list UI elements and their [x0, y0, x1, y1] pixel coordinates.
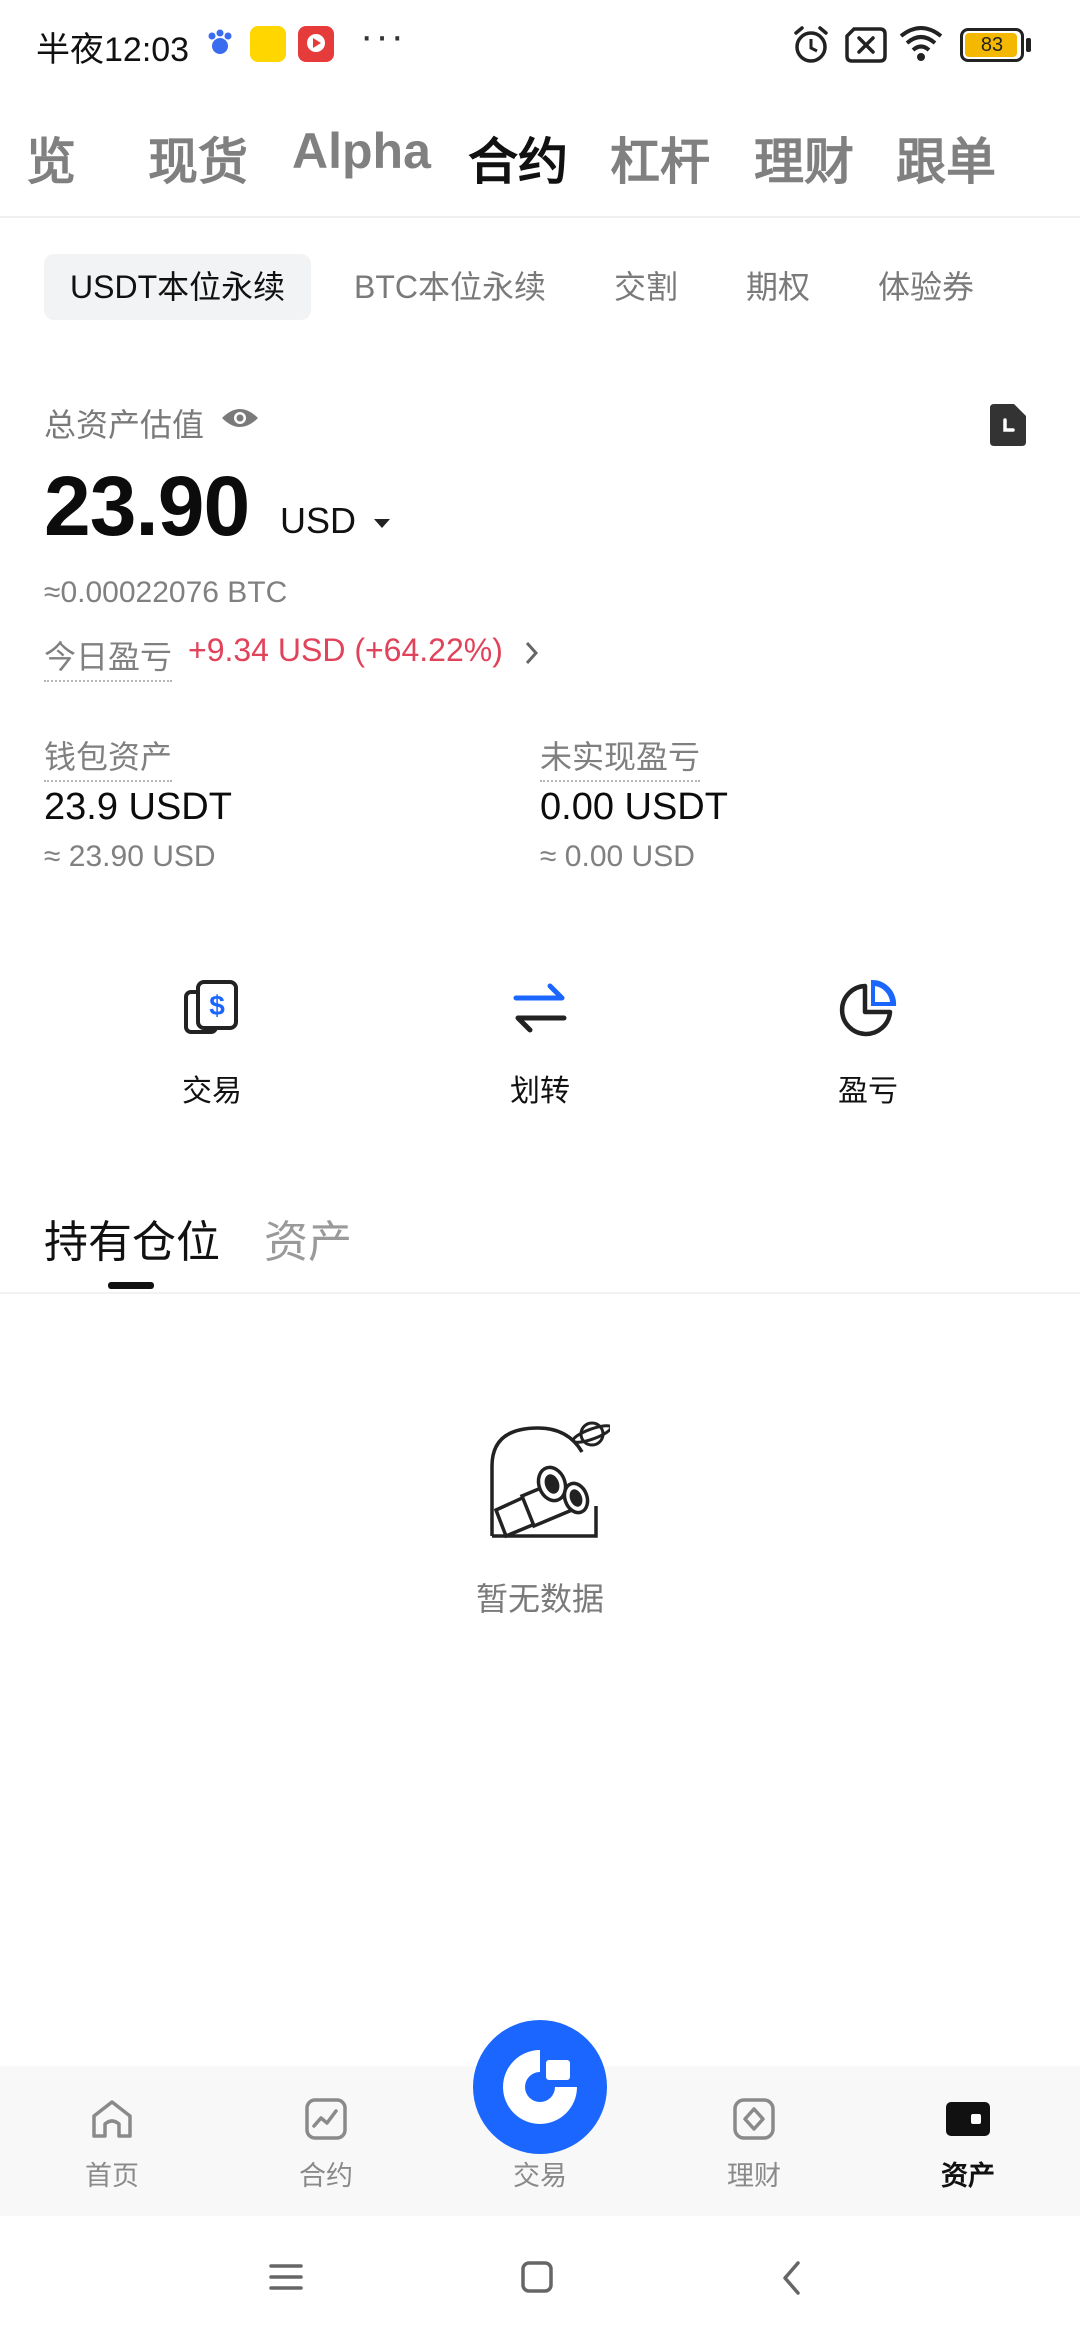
battery-icon: 83: [960, 28, 1024, 62]
subtab-btc-perpetual[interactable]: BTC本位永续: [354, 254, 546, 320]
divider: [0, 216, 1080, 218]
nav-finance-label: 理财: [727, 2161, 781, 2191]
baidu-app-icon: [202, 26, 238, 62]
trade-fab-button[interactable]: [473, 2020, 607, 2154]
subtab-usdt-perpetual[interactable]: USDT本位永续: [44, 254, 312, 320]
nav-assets-label: 资产: [941, 2161, 995, 2191]
wallet-assets-label[interactable]: 钱包资产: [44, 732, 173, 782]
nav-home-label: 首页: [85, 2161, 139, 2191]
today-pnl-value[interactable]: +9.34 USD (+64.22%): [188, 632, 540, 669]
subtab-options[interactable]: 期权: [746, 254, 810, 320]
tab-copy-trading[interactable]: 跟单: [896, 122, 996, 194]
home-square-icon[interactable]: [520, 2260, 554, 2294]
nav-finance[interactable]: 理财: [684, 2096, 824, 2206]
subtab-delivery[interactable]: 交割: [614, 254, 678, 320]
empty-state-text: 暂无数据: [475, 1581, 604, 1617]
tab-alpha[interactable]: Alpha: [292, 122, 431, 180]
home-icon: [92, 2100, 132, 2138]
tab-futures[interactable]: 合约: [468, 122, 568, 194]
nav-futures-label: 合约: [299, 2161, 353, 2191]
sim-off-icon: [845, 27, 887, 63]
nav-trade-label: 交易: [513, 2161, 567, 2191]
svg-text:$: $: [209, 990, 225, 1021]
unrealized-pnl-value: 0.00 USDT: [540, 786, 728, 828]
dollar-card-icon: $: [184, 980, 238, 1034]
transfer-arrows-icon: [513, 983, 567, 1033]
transfer-action-button[interactable]: 划转: [460, 970, 620, 1110]
pie-chart-icon: [839, 979, 897, 1037]
recent-apps-icon[interactable]: [268, 2262, 304, 2292]
wallet-assets-usd: ≈ 23.90 USD: [44, 840, 216, 873]
pnl-action-label: 盈亏: [838, 1075, 898, 1108]
tab-margin[interactable]: 杠杆: [610, 122, 710, 194]
tab-earn[interactable]: 理财: [754, 122, 854, 194]
trade-logo-icon: [503, 2050, 577, 2124]
total-assets-label: 总资产估值: [44, 407, 205, 443]
unrealized-pnl-label[interactable]: 未实现盈亏: [540, 732, 701, 782]
status-time: 半夜12:03: [36, 31, 190, 69]
nav-home[interactable]: 首页: [42, 2096, 182, 2206]
tab-open-positions[interactable]: 持有仓位: [44, 1206, 220, 1270]
alarm-icon: [794, 26, 828, 63]
active-tab-indicator: [108, 1282, 154, 1289]
unrealized-pnl-usd: ≈ 0.00 USD: [540, 840, 695, 873]
tab-assets[interactable]: 资产: [264, 1206, 352, 1270]
tab-spot[interactable]: 现货: [148, 122, 248, 194]
currency-selector[interactable]: USD: [280, 500, 392, 542]
currency-label: USD: [280, 500, 357, 541]
divider: [0, 1292, 1080, 1294]
trade-action-button[interactable]: $ 交易: [132, 970, 292, 1110]
wallet-icon: [946, 2102, 990, 2136]
wallet-assets-value: 23.9 USDT: [44, 786, 232, 828]
total-assets-value: 23.90: [44, 459, 250, 553]
history-record-icon[interactable]: [988, 402, 1028, 448]
top-tab-bar: 览 现货 Alpha 合约 杠杆 理财 跟单: [0, 110, 1080, 210]
eye-icon[interactable]: [220, 404, 260, 432]
today-pnl-amount: +9.34 USD (+64.22%): [188, 632, 503, 668]
status-bar: 半夜12:03 ··· 83: [0, 0, 1080, 92]
today-pnl-label[interactable]: 今日盈亏: [44, 632, 173, 682]
back-icon[interactable]: [780, 2260, 802, 2296]
finance-icon: [733, 2098, 775, 2140]
app-icon-yellow: [250, 26, 286, 62]
caret-down-icon: [374, 519, 391, 529]
battery-level: 83: [980, 34, 1004, 56]
pnl-action-button[interactable]: 盈亏: [788, 970, 948, 1110]
trade-action-label: 交易: [182, 1075, 242, 1108]
subtab-trial-coupon[interactable]: 体验券: [878, 254, 974, 320]
transfer-action-label: 划转: [510, 1075, 570, 1108]
chevron-right-icon: [525, 641, 538, 664]
tab-overview[interactable]: 览: [26, 122, 76, 194]
status-more-icon: ···: [360, 14, 406, 58]
binoculars-icon: [490, 1421, 610, 1539]
nav-assets[interactable]: 资产: [898, 2096, 1038, 2206]
nav-futures[interactable]: 合约: [256, 2096, 396, 2206]
system-navigation-bar: [0, 2216, 1080, 2340]
btc-equivalent: ≈0.00022076 BTC: [44, 576, 288, 609]
chart-icon: [305, 2098, 347, 2140]
wifi-icon: [899, 26, 943, 61]
app-icon-red: [298, 26, 334, 62]
